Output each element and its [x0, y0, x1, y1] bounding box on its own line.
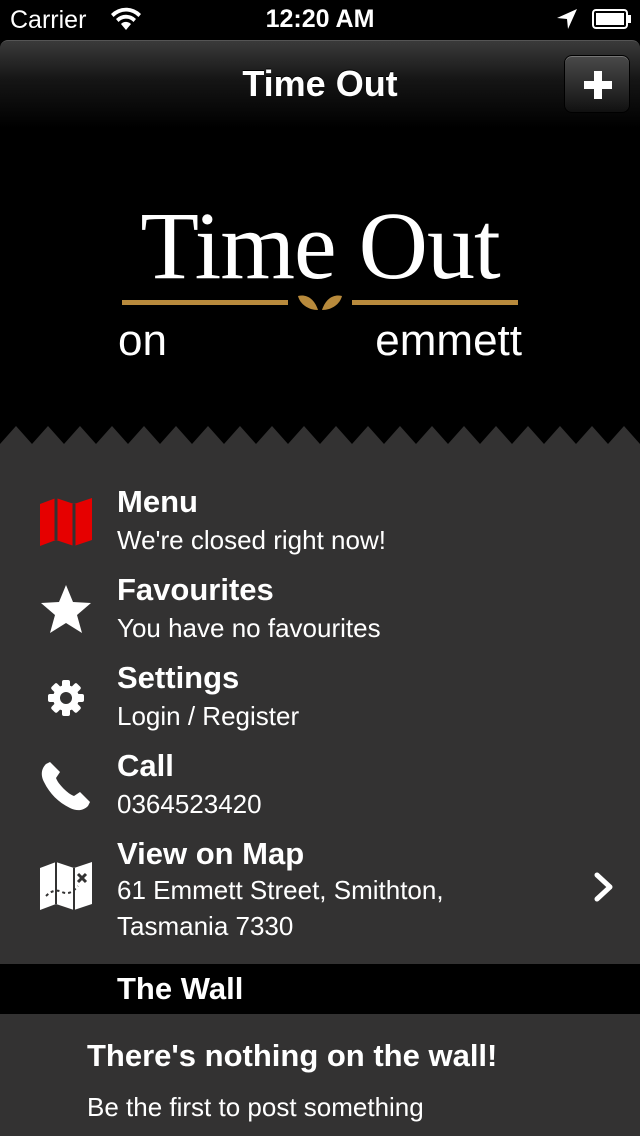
list-item-title: View on Map: [117, 836, 305, 871]
leaf-icon: [298, 295, 342, 310]
location-arrow-icon: [557, 9, 577, 29]
map-icon: [40, 498, 92, 546]
wall-empty-state: There's nothing on the wall! Be the firs…: [0, 1014, 640, 1136]
list-item-title: Settings: [117, 660, 240, 695]
add-button[interactable]: [564, 55, 630, 113]
list-item-subtitle: Tasmania 7330: [117, 911, 294, 941]
list-item-subtitle: We're closed right now!: [117, 525, 386, 555]
phone-icon: [41, 762, 90, 811]
list-item-subtitle: 61 Emmett Street, Smithton,: [117, 875, 444, 905]
list-item-call[interactable]: Call 0364523420: [0, 742, 640, 826]
chevron-right-icon: [594, 872, 613, 902]
list-item-title: Call: [117, 748, 174, 783]
list-item-subtitle: 0364523420: [117, 789, 262, 819]
menu-list: Menu We're closed right now! Favourites …: [0, 446, 640, 964]
list-item-menu[interactable]: Menu We're closed right now!: [0, 478, 640, 562]
list-item-favourites[interactable]: Favourites You have no favourites: [0, 566, 640, 650]
list-item-title: Favourites: [117, 572, 274, 607]
plus-icon: [584, 71, 612, 99]
list-item-view-on-map[interactable]: View on Map 61 Emmett Street, Smithton, …: [0, 830, 640, 952]
nav-title: Time Out: [242, 63, 398, 104]
list-item-title: Menu: [117, 484, 198, 519]
logo-divider: [122, 295, 518, 310]
zigzag-divider: [0, 426, 640, 448]
logo-subtitle: on emmett: [118, 316, 522, 365]
logo-title: Time Out: [140, 192, 500, 299]
wall-title: The Wall: [117, 971, 244, 1006]
list-item-subtitle: Login / Register: [117, 701, 300, 731]
star-icon: [41, 585, 91, 633]
wall-empty-title: There's nothing on the wall!: [87, 1038, 498, 1073]
list-item-settings[interactable]: Settings Login / Register: [0, 654, 640, 738]
battery-icon: [592, 9, 631, 29]
gear-icon: [48, 680, 84, 716]
treasure-map-icon: [40, 862, 92, 910]
wall-header: The Wall: [0, 964, 640, 1014]
list-item-subtitle: You have no favourites: [117, 613, 381, 643]
navigation-bar: Time Out: [0, 40, 640, 128]
clock: 12:20 AM: [265, 5, 375, 33]
logo-banner: Time Out on emmett: [0, 128, 640, 428]
status-bar: Carrier 12:20 AM: [0, 0, 640, 40]
wall-empty-text: Be the first to post something: [87, 1092, 424, 1122]
